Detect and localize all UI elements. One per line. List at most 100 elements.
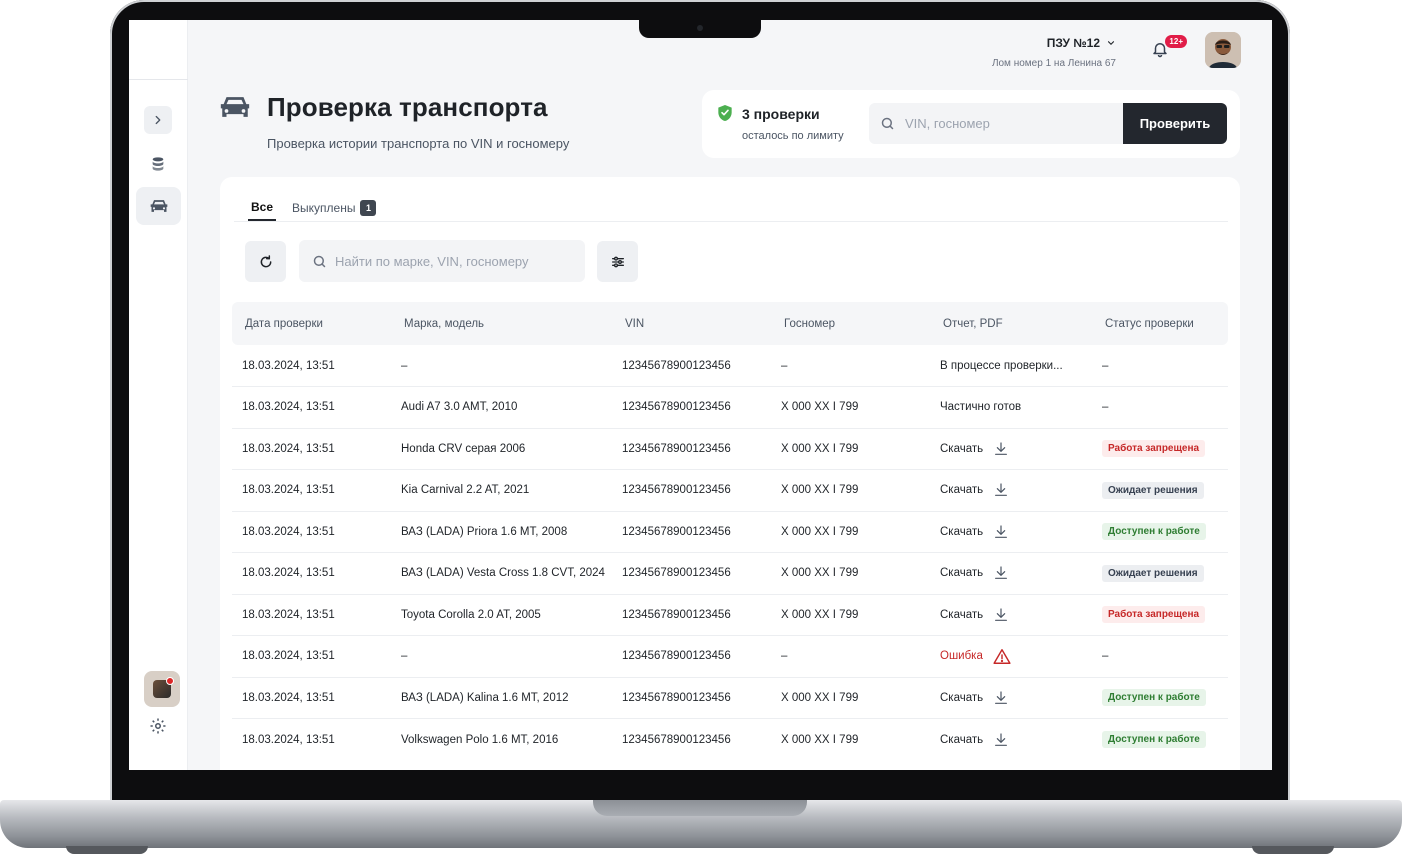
cell-status: Работа запрещена xyxy=(1092,594,1228,636)
status-empty: – xyxy=(1102,401,1109,414)
report-label: Скачать xyxy=(940,691,984,704)
cell-date: 18.03.2024, 13:51 xyxy=(232,635,391,678)
report-label: Скачать xyxy=(940,567,984,580)
status-badge: Работа запрещена xyxy=(1102,606,1206,624)
tab-purchased-count-badge: 1 xyxy=(360,199,377,216)
cell-vin: 12345678900123456 xyxy=(612,552,771,595)
cell-report: Скачать xyxy=(930,511,1092,553)
table-row[interactable]: 18.03.2024, 13:51–12345678900123456– Ошиб… xyxy=(232,635,1228,678)
cell-status: Доступен к работе xyxy=(1092,677,1228,719)
refresh-button[interactable] xyxy=(245,241,286,282)
table-row[interactable]: 18.03.2024, 13:51–12345678900123456– В пр… xyxy=(232,345,1228,387)
table-body: 18.03.2024, 13:51–12345678900123456– В пр… xyxy=(232,345,1228,760)
cell-report: В процессе проверки... xyxy=(930,345,1092,387)
col-vin[interactable]: VIN xyxy=(612,302,771,345)
check-vin-button[interactable]: Проверить xyxy=(1123,103,1227,144)
cell-plate: – xyxy=(771,635,930,678)
report-label: Скачать xyxy=(940,484,984,497)
download-report-link[interactable]: Скачать xyxy=(940,732,1009,748)
status-empty: – xyxy=(1102,359,1109,372)
database-icon xyxy=(152,157,164,171)
table-search-input[interactable] xyxy=(299,240,585,282)
sidebar-divider xyxy=(129,79,188,80)
organization-switcher[interactable]: ПЗУ №12 Лом номер 1 на Ленина 67 xyxy=(992,34,1116,69)
table-row[interactable]: 18.03.2024, 13:51 Honda CRV серая 2006 123… xyxy=(232,428,1228,470)
cell-date: 18.03.2024, 13:51 xyxy=(232,677,391,719)
report-label: Скачать xyxy=(940,525,984,538)
cell-date: 18.03.2024, 13:51 xyxy=(232,428,391,470)
tab-all[interactable]: Все xyxy=(248,194,277,221)
checks-left-count: 3 проверки xyxy=(742,106,820,122)
download-report-link[interactable]: Скачать xyxy=(940,565,1009,581)
cell-model: Honda CRV серая 2006 xyxy=(391,428,612,470)
table-row[interactable]: 18.03.2024, 13:51 ВАЗ (LADA) Priora 1.6 M… xyxy=(232,511,1228,553)
cell-report: Скачать xyxy=(930,552,1092,595)
sidebar-expand-button[interactable] xyxy=(144,106,172,134)
cell-date: 18.03.2024, 13:51 xyxy=(232,469,391,512)
search-icon xyxy=(313,255,326,268)
cell-model: ВАЗ (LADA) Priora 1.6 MT, 2008 xyxy=(391,511,612,553)
cell-report: Скачать xyxy=(930,469,1092,512)
report-label: Скачать xyxy=(940,733,984,746)
col-model[interactable]: Марка, модель xyxy=(391,302,612,345)
sliders-icon xyxy=(611,256,624,267)
cell-report: Скачать xyxy=(930,677,1092,719)
filter-button[interactable] xyxy=(597,241,638,282)
cell-plate: X 000 XX I 799 xyxy=(771,511,930,553)
cell-model: Kia Carnival 2.2 AT, 2021 xyxy=(391,469,612,512)
chevron-right-icon xyxy=(155,115,161,125)
download-icon xyxy=(995,483,1008,497)
cell-status: Доступен к работе xyxy=(1092,719,1228,761)
checks-left-caption: осталось по лимиту xyxy=(742,130,844,142)
cell-status: Работа запрещена xyxy=(1092,428,1228,470)
download-icon xyxy=(995,442,1008,455)
cell-vin: 12345678900123456 xyxy=(612,428,771,470)
cell-plate: X 000 XX I 799 xyxy=(771,469,930,512)
cell-date: 18.03.2024, 13:51 xyxy=(232,386,391,429)
cell-status: Доступен к работе xyxy=(1092,511,1228,553)
table-row[interactable]: 18.03.2024, 13:51 Kia Carnival 2.2 AT, 20… xyxy=(232,469,1228,512)
cell-model: Audi A7 3.0 AMT, 2010 xyxy=(391,386,612,429)
download-icon xyxy=(995,608,1008,621)
status-badge: Доступен к работе xyxy=(1102,523,1206,541)
table-row[interactable]: 18.03.2024, 13:51 Volkswagen Polo 1.6 MT,… xyxy=(232,719,1228,761)
report-label: Скачать xyxy=(940,608,984,621)
sidebar-profile[interactable] xyxy=(144,671,180,707)
sidebar-item-database[interactable] xyxy=(144,150,172,178)
table-row[interactable]: 18.03.2024, 13:51 Toyota Corolla 2.0 AT, … xyxy=(232,594,1228,636)
cell-vin: 12345678900123456 xyxy=(612,469,771,512)
page-subtitle: Проверка истории транспорта по VIN и гос… xyxy=(267,136,570,151)
status-badge: Доступен к работе xyxy=(1102,731,1206,748)
report-status-text: Частично готов xyxy=(940,401,1022,414)
car-icon xyxy=(220,97,250,117)
tabs-divider xyxy=(234,221,1228,222)
download-report-link[interactable]: Скачать xyxy=(940,482,1009,498)
table-row[interactable]: 18.03.2024, 13:51 Audi A7 3.0 AMT, 2010 12… xyxy=(232,386,1228,429)
sidebar-settings[interactable] xyxy=(144,712,172,740)
cell-vin: 12345678900123456 xyxy=(622,733,731,746)
laptop-foot-right xyxy=(1252,846,1334,854)
tab-purchased[interactable]: Выкуплены 1 xyxy=(292,194,377,221)
app-screen: ПЗУ №12 Лом номер 1 на Ленина 67 12+ Про… xyxy=(129,20,1272,770)
col-status[interactable]: Статус проверки xyxy=(1092,302,1228,345)
checks-panel: Все Выкуплены 1 Дата проверки Марка, мод… xyxy=(220,177,1240,770)
table-row[interactable]: 18.03.2024, 13:51 ВАЗ (LADA) Vesta Cross … xyxy=(232,552,1228,595)
download-report-link[interactable]: Скачать xyxy=(940,524,1009,540)
sidebar-item-vehicles[interactable] xyxy=(136,187,181,225)
col-date[interactable]: Дата проверки xyxy=(232,302,391,345)
table-row[interactable]: 18.03.2024, 13:51 ВАЗ (LADA) Kalina 1.6 M… xyxy=(232,677,1228,719)
col-report[interactable]: Отчет, PDF xyxy=(930,302,1092,345)
user-avatar[interactable] xyxy=(1205,32,1241,68)
cell-model: ВАЗ (LADA) Vesta Cross 1.8 CVT, 2024 xyxy=(391,552,612,595)
download-report-link[interactable]: Скачать xyxy=(940,441,1009,457)
camera xyxy=(697,25,703,31)
cell-model: – xyxy=(391,345,612,387)
download-report-link[interactable]: Скачать xyxy=(940,690,1009,706)
cell-vin: 12345678900123456 xyxy=(612,594,771,636)
vin-input[interactable] xyxy=(869,103,1123,144)
refresh-icon xyxy=(260,254,271,267)
download-report-link[interactable]: Скачать xyxy=(940,607,1009,623)
camera-notch xyxy=(639,20,761,38)
gear-icon xyxy=(150,718,166,734)
col-plate[interactable]: Госномер xyxy=(771,302,930,345)
